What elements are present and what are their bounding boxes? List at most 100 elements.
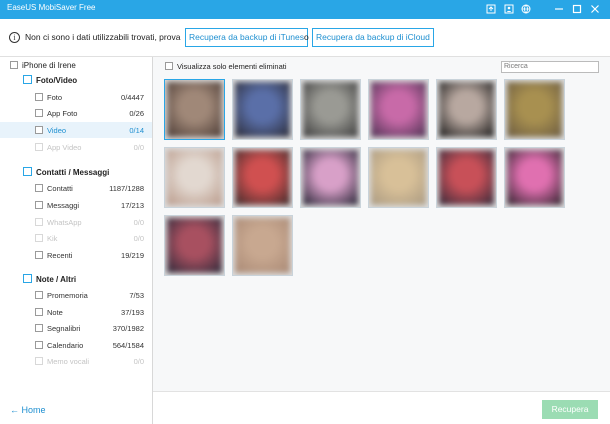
thumbnail-preview bbox=[303, 150, 358, 205]
group-contatti-messaggi[interactable]: Contatti / Messaggi bbox=[0, 164, 152, 180]
item-checkbox bbox=[35, 143, 43, 151]
thumbnail-preview bbox=[167, 150, 222, 205]
item-count: 564/1584 bbox=[112, 341, 144, 350]
group-note-altri[interactable]: Note / Altri bbox=[0, 271, 152, 287]
item-count: 0/4447 bbox=[121, 93, 144, 102]
item-checkbox[interactable] bbox=[35, 184, 43, 192]
sidebar-item-contatti[interactable]: Contatti 1187/1288 bbox=[0, 180, 152, 196]
window-title: EaseUS MobiSaver Free bbox=[7, 3, 96, 12]
main-panel: Visualizza solo elementi eliminati Ricer… bbox=[153, 57, 610, 391]
video-thumbnail[interactable] bbox=[504, 147, 565, 208]
item-count: 37/193 bbox=[121, 308, 144, 317]
app-window: EaseUS MobiSaver Free i Non ci sono i da… bbox=[0, 0, 610, 424]
thumbnail-preview bbox=[167, 218, 222, 273]
sidebar-item-memo-vocali: Memo vocali 0/0 bbox=[0, 353, 152, 369]
video-thumbnail[interactable] bbox=[232, 147, 293, 208]
sidebar-item-segnalibri[interactable]: Segnalibri 370/1982 bbox=[0, 320, 152, 336]
item-count: 0/26 bbox=[129, 109, 144, 118]
thumbnail-preview bbox=[235, 82, 290, 137]
item-label: Promemoria bbox=[47, 291, 88, 300]
item-label: Note bbox=[47, 308, 63, 317]
item-checkbox[interactable] bbox=[35, 291, 43, 299]
sidebar-item-note[interactable]: Note 37/193 bbox=[0, 304, 152, 320]
sidebar-item-recenti[interactable]: Recenti 19/219 bbox=[0, 247, 152, 263]
item-count: 0/0 bbox=[133, 218, 144, 227]
item-label: Segnalibri bbox=[47, 324, 81, 333]
item-label: Calendario bbox=[47, 341, 84, 350]
sidebar-item-calendario[interactable]: Calendario 564/1584 bbox=[0, 337, 152, 353]
sidebar-item-promemoria[interactable]: Promemoria 7/53 bbox=[0, 287, 152, 303]
bottom-bar: Recupera bbox=[153, 391, 610, 424]
item-checkbox[interactable] bbox=[35, 201, 43, 209]
item-count: 0/14 bbox=[129, 126, 144, 135]
video-thumbnail[interactable] bbox=[436, 79, 497, 140]
thumbnail-preview bbox=[235, 150, 290, 205]
item-label: Recenti bbox=[47, 251, 73, 260]
thumbnail-preview bbox=[507, 150, 562, 205]
video-thumbnail[interactable] bbox=[164, 147, 225, 208]
account-icon[interactable] bbox=[502, 2, 516, 16]
title-bar: EaseUS MobiSaver Free bbox=[0, 0, 610, 19]
sidebar-item-messaggi[interactable]: Messaggi 17/213 bbox=[0, 197, 152, 213]
item-checkbox[interactable] bbox=[35, 126, 43, 134]
item-checkbox[interactable] bbox=[35, 308, 43, 316]
item-label: WhatsApp bbox=[47, 218, 82, 227]
device-row[interactable]: iPhone di Irene bbox=[0, 58, 152, 72]
export-icon[interactable] bbox=[484, 2, 498, 16]
item-label: App Foto bbox=[47, 109, 78, 118]
thumbnail-preview bbox=[303, 82, 358, 137]
minimize-icon[interactable] bbox=[552, 2, 566, 16]
home-link[interactable]: ← Home bbox=[10, 405, 46, 415]
video-thumbnail[interactable] bbox=[300, 147, 361, 208]
item-checkbox[interactable] bbox=[35, 109, 43, 117]
sidebar-item-whatsapp: WhatsApp 0/0 bbox=[0, 214, 152, 230]
item-count: 370/1982 bbox=[112, 324, 144, 333]
video-thumbnail[interactable] bbox=[368, 79, 429, 140]
sidebar: iPhone di Irene Foto/Video Foto 0/4447 A… bbox=[0, 57, 153, 424]
itunes-backup-button[interactable]: Recupera da backup di iTunes bbox=[185, 28, 308, 47]
photo-icon bbox=[23, 75, 32, 84]
group-label: Contatti / Messaggi bbox=[36, 168, 110, 177]
group-label: Foto/Video bbox=[36, 76, 78, 85]
close-icon[interactable] bbox=[588, 2, 602, 16]
video-thumbnail[interactable] bbox=[232, 79, 293, 140]
video-thumbnail[interactable] bbox=[368, 147, 429, 208]
thumbnail-preview bbox=[371, 82, 426, 137]
item-count: 1187/1288 bbox=[109, 184, 144, 193]
item-count: 0/0 bbox=[133, 357, 144, 366]
sidebar-item-video[interactable]: Video 0/14 bbox=[0, 122, 152, 138]
item-checkbox[interactable] bbox=[35, 251, 43, 259]
item-label: Video bbox=[47, 126, 67, 135]
sidebar-item-foto[interactable]: Foto 0/4447 bbox=[0, 89, 152, 105]
item-checkbox[interactable] bbox=[35, 93, 43, 101]
video-thumbnail[interactable] bbox=[504, 79, 565, 140]
deleted-only-filter[interactable]: Visualizza solo elementi eliminati bbox=[165, 62, 287, 71]
thumbnail-preview bbox=[439, 82, 494, 137]
group-label: Note / Altri bbox=[36, 275, 77, 284]
maximize-icon[interactable] bbox=[570, 2, 584, 16]
globe-icon[interactable] bbox=[519, 2, 533, 16]
video-thumbnail[interactable] bbox=[436, 147, 497, 208]
item-label: Memo vocali bbox=[47, 357, 90, 366]
sidebar-item-kik: Kik 0/0 bbox=[0, 230, 152, 246]
item-checkbox[interactable] bbox=[35, 324, 43, 332]
notes-icon bbox=[23, 274, 32, 283]
thumbnail-preview bbox=[167, 82, 222, 137]
video-thumbnail[interactable] bbox=[300, 79, 361, 140]
sidebar-item-app-foto[interactable]: App Foto 0/26 bbox=[0, 105, 152, 121]
video-thumbnail[interactable] bbox=[164, 79, 225, 140]
icloud-backup-button[interactable]: Recupera da backup di iCloud bbox=[312, 28, 434, 47]
device-checkbox[interactable] bbox=[10, 61, 18, 69]
or-text: o bbox=[304, 32, 309, 42]
group-foto-video[interactable]: Foto/Video bbox=[0, 72, 152, 88]
video-thumbnail[interactable] bbox=[164, 215, 225, 276]
search-input[interactable]: Ricerca bbox=[501, 61, 599, 73]
thumbnail-preview bbox=[235, 218, 290, 273]
item-count: 17/213 bbox=[121, 201, 144, 210]
video-thumbnail[interactable] bbox=[232, 215, 293, 276]
item-label: Messaggi bbox=[47, 201, 80, 210]
item-checkbox[interactable] bbox=[35, 341, 43, 349]
contacts-icon bbox=[23, 167, 32, 176]
recover-button[interactable]: Recupera bbox=[542, 400, 598, 419]
deleted-only-checkbox[interactable] bbox=[165, 62, 173, 70]
